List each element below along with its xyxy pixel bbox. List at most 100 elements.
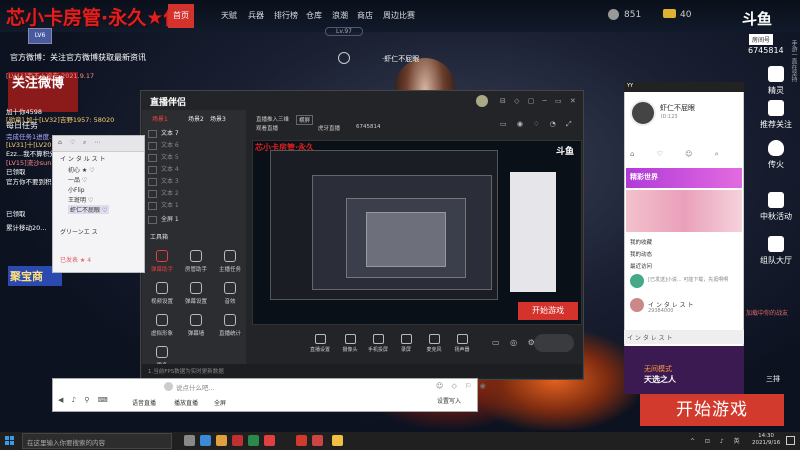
toolbar-tab[interactable]: 虎牙直播 xyxy=(318,124,340,132)
friend-row[interactable]: 一品 ♡ xyxy=(68,175,87,184)
window-controls[interactable]: ⊟ ◇ ▢ ─ ▭ ✕ xyxy=(500,97,579,105)
phone-user-avatar xyxy=(630,298,644,312)
app-icon[interactable] xyxy=(248,435,259,446)
chat-input[interactable]: 说点什么吧... xyxy=(176,382,215,392)
start-game-button[interactable]: 开始游戏 xyxy=(640,394,784,426)
play-live[interactable]: 播放直播 xyxy=(174,398,198,407)
mode-subtitle: 天选之人 xyxy=(644,375,676,384)
app-icon[interactable] xyxy=(232,435,243,446)
phone-menu-item[interactable]: 最近访问 xyxy=(630,262,652,270)
room-id: 6745814 xyxy=(748,46,784,55)
avatar[interactable] xyxy=(630,100,656,126)
tool-sound[interactable]: 音效 xyxy=(214,282,246,305)
taskbar-search[interactable]: 在这里输入你要搜索的内容 xyxy=(22,433,172,449)
bottom-tool-record[interactable]: 录屏 xyxy=(392,334,420,353)
sidebar-item-midautumn[interactable]: 中秋活动 xyxy=(752,192,800,222)
friend-row[interactable]: 小Flip xyxy=(68,185,85,194)
tool-avatar[interactable]: 虚拟形象 xyxy=(146,314,178,337)
friend-row[interactable]: グリーンエ ス xyxy=(60,227,98,236)
tool-manager[interactable]: 房管助手 xyxy=(180,250,212,273)
sidebar-item-recommend[interactable]: 推荐关注 xyxy=(752,100,800,130)
nav-item-shop[interactable]: 商店 xyxy=(357,10,373,21)
preview-controls[interactable]: ▭ ◉ ♢ ◔ ⤢ xyxy=(500,120,576,129)
chat-line: 加十你4598 xyxy=(6,108,43,116)
scene-item[interactable]: 文本 1 xyxy=(148,200,240,211)
nav-item-ranking[interactable]: 排行榜 xyxy=(274,10,298,21)
phone-menu-item[interactable]: 我的动态 xyxy=(630,250,652,258)
phone-tabs[interactable]: ⌂ ♡ ☺ ⌕ xyxy=(630,150,740,159)
nav-item-tide[interactable]: 浪潮 xyxy=(332,10,348,21)
platform-logo: 斗鱼 xyxy=(742,10,773,28)
windows-start-icon[interactable] xyxy=(5,436,15,446)
tab-scene-3[interactable]: 场景3 xyxy=(210,114,226,123)
notification-icon[interactable] xyxy=(786,436,795,445)
toolbar-tab[interactable]: 横屏 xyxy=(296,115,314,125)
fullscreen[interactable]: 全屏 xyxy=(214,398,226,407)
record-controls[interactable]: ▭ ◎ ⚙ xyxy=(492,338,539,347)
monitor-icon xyxy=(314,334,326,344)
nav-item-weapons[interactable]: 兵器 xyxy=(248,10,264,21)
tray-icons[interactable]: ^ ⊡ ♪ 英 xyxy=(690,436,744,445)
sidebar-item-team[interactable]: 组队大厅 xyxy=(752,236,800,266)
streamer-brand: 芯小卡房管·永久★位 xyxy=(6,7,183,29)
toolbar-tab[interactable]: 观看直播 xyxy=(256,124,278,132)
go-live-toggle[interactable] xyxy=(534,334,574,352)
scene-item[interactable]: 全屏 1 xyxy=(148,214,240,225)
emoji-icon[interactable]: ☺ ◇ ⚐ ◉ xyxy=(436,382,489,390)
tool-danmu-set[interactable]: 弹幕设置 xyxy=(180,282,212,305)
bottom-tool-speaker[interactable]: 扬声器 xyxy=(448,334,476,353)
scene-item[interactable]: 文本 6 xyxy=(148,140,240,151)
camera-icon xyxy=(768,100,784,116)
sidebar-item-fire[interactable]: 传火 xyxy=(752,140,800,170)
tab-scene-1[interactable]: 场景1 xyxy=(152,114,168,123)
phone-banner[interactable]: 精彩世界 xyxy=(626,168,742,188)
bottom-tool-mic[interactable]: 麦克风 xyxy=(420,334,448,353)
nav-home[interactable]: 首页 xyxy=(168,4,194,28)
nav-item-talent[interactable]: 天赋 xyxy=(221,10,237,21)
toolbar-tab[interactable]: 直播推入三维 xyxy=(256,115,289,123)
nav-item-warehouse[interactable]: 仓库 xyxy=(306,10,322,21)
mic-controls[interactable]: ◀ ♪ ⚲ ⌨ xyxy=(58,396,111,404)
phone-photos[interactable] xyxy=(626,190,742,232)
tool-task[interactable]: 主播任务 xyxy=(214,250,246,273)
tab-scene-2[interactable]: 场景2 xyxy=(188,114,204,123)
phone-userid: ID:123 xyxy=(661,114,678,120)
folder-icon[interactable] xyxy=(216,435,227,446)
nav-item-match[interactable]: 周边比赛 xyxy=(383,10,415,21)
popup-toolbar[interactable]: ⌂ ♡ ⌕ ⋯ xyxy=(58,139,103,147)
voice-live[interactable]: 语音直播 xyxy=(132,398,156,407)
chat-avatar-icon xyxy=(164,382,173,391)
send-button[interactable]: 设置写入 xyxy=(437,396,461,405)
scene-item[interactable]: 文本 4 xyxy=(148,164,240,175)
phone-message[interactable]: [已发送]小说... 可能下载，先逛啊啊 xyxy=(648,276,728,283)
record-icon xyxy=(400,334,412,344)
friend-row[interactable]: 虾仁不屁眼 ♡ xyxy=(68,205,110,214)
app-icon[interactable] xyxy=(296,435,307,446)
scene-item[interactable]: 文本 2 xyxy=(148,188,240,199)
friend-row[interactable]: 王斑明 ♡ xyxy=(68,195,93,204)
phone-chat-input[interactable]: イ ン タ レ ス ト xyxy=(624,330,744,344)
scene-item[interactable]: 文本 3 xyxy=(148,176,240,187)
phone-icon xyxy=(372,334,384,344)
friend-row[interactable]: イ ン タ ル ス ト xyxy=(60,154,106,163)
scene-item[interactable]: 文本 7 xyxy=(148,128,240,139)
app-icon[interactable] xyxy=(312,435,323,446)
tool-video[interactable]: 视频设置 xyxy=(146,282,178,305)
app-icon[interactable] xyxy=(332,435,343,446)
tool-stats[interactable]: 直播统计 xyxy=(214,314,246,337)
taskview-icon[interactable] xyxy=(184,435,195,446)
bottom-tool-settings[interactable]: 直播设置 xyxy=(306,334,334,353)
phone-menu-item[interactable]: 我的收藏 xyxy=(630,238,652,246)
scene-item[interactable]: 文本 5 xyxy=(148,152,240,163)
bottom-tool-camera[interactable]: 摄像头 xyxy=(336,334,364,353)
wall-icon xyxy=(190,314,202,326)
friend-row[interactable]: 已发表 ★ 4 xyxy=(60,255,91,264)
bottom-tool-phone[interactable]: 手机投屏 xyxy=(364,334,392,353)
tool-danmu[interactable]: 弹幕助手 xyxy=(146,250,178,273)
app-icon[interactable] xyxy=(264,435,275,446)
avatar[interactable] xyxy=(476,95,488,107)
tool-wall[interactable]: 弹幕墙 xyxy=(180,314,212,337)
edge-icon[interactable] xyxy=(200,435,211,446)
stats-icon xyxy=(224,314,236,326)
friend-row[interactable]: 初心 ★ ♡ xyxy=(68,165,95,174)
